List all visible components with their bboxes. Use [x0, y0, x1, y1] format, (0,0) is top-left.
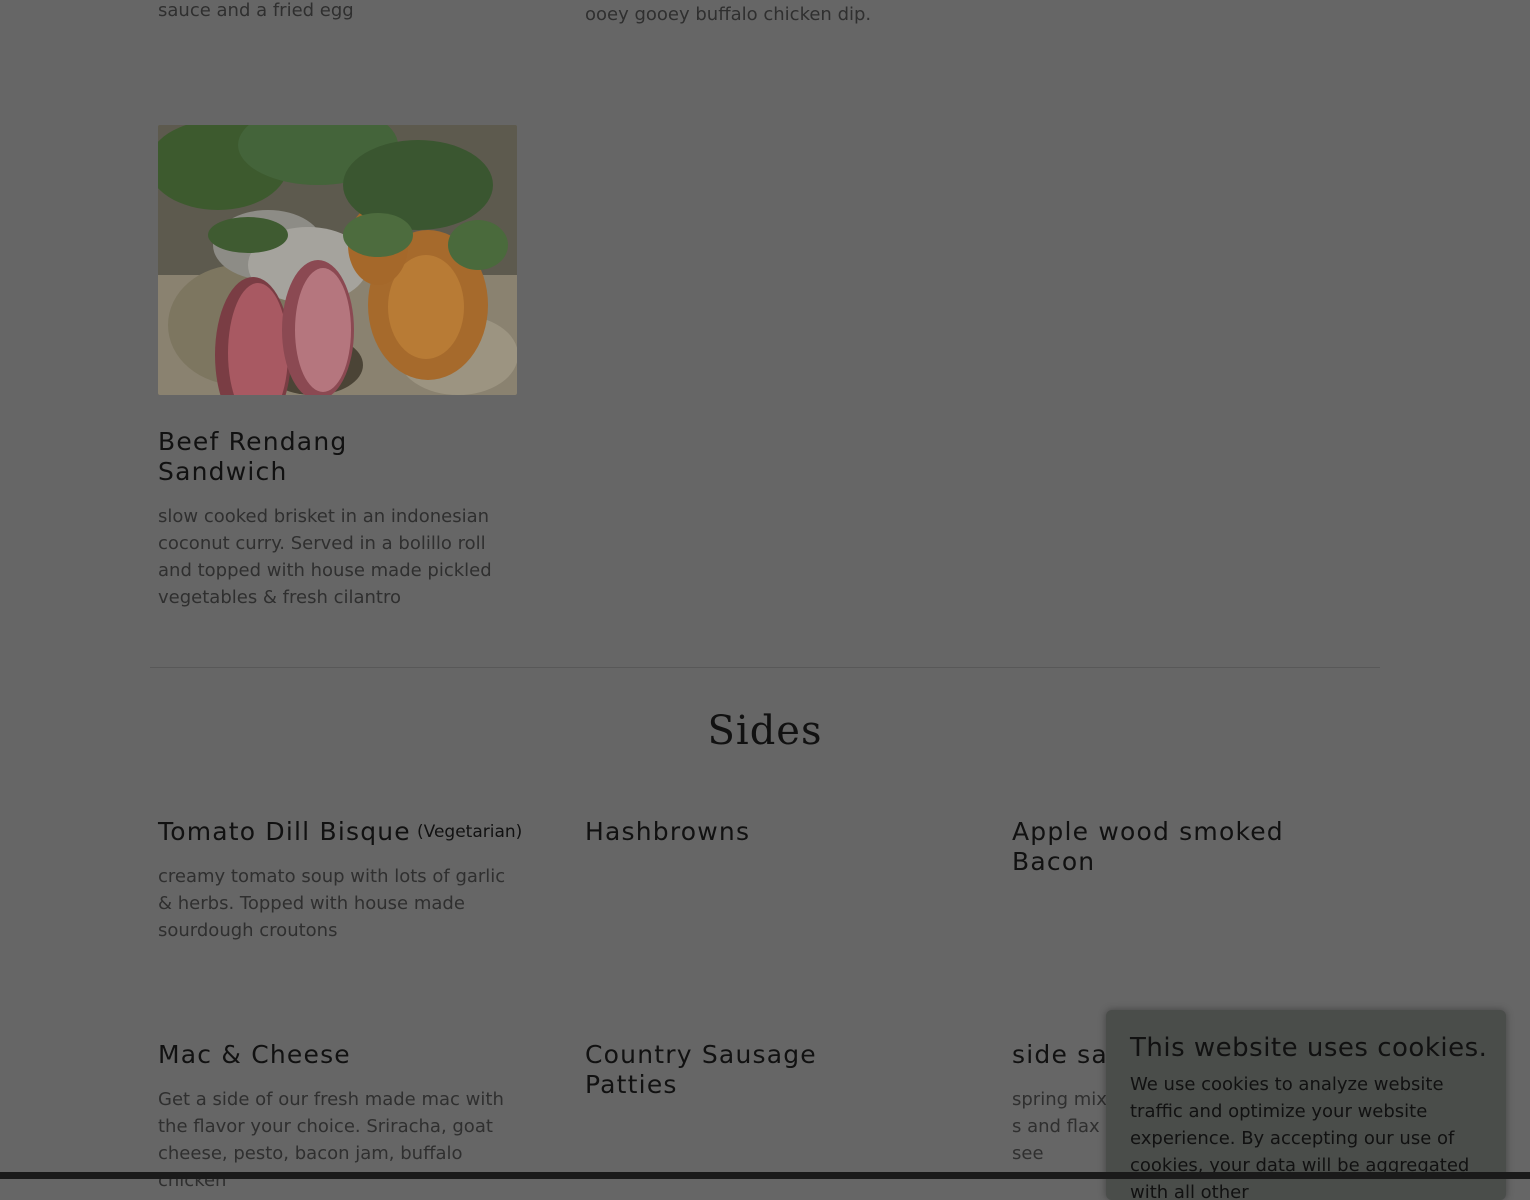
item-title: Hashbrowns	[585, 817, 751, 846]
section-divider	[150, 667, 1380, 668]
item-description: slow cooked brisket in an indonesian coc…	[158, 506, 492, 608]
item-description: ooey gooey buffalo chicken dip.	[585, 4, 872, 25]
item-title: Apple wood smoked Bacon	[1012, 817, 1284, 876]
item-description: sauce and a fried egg	[158, 0, 354, 21]
item-title: Country Sausage Patties	[585, 1040, 817, 1099]
cookie-banner-title: This website uses cookies.	[1130, 1033, 1488, 1063]
item-title: Tomato Dill Bisque	[158, 817, 411, 846]
beef-rendang-sandwich-photo	[158, 125, 517, 395]
section-heading: Sides	[707, 708, 823, 754]
item-title: Beef Rendang Sandwich	[158, 427, 348, 486]
bottom-bar	[0, 1172, 1530, 1179]
item-title: Mac & Cheese	[158, 1040, 351, 1069]
vegetarian-tag: (Vegetarian)	[417, 822, 523, 842]
cookie-banner-text: We use cookies to analyze website traffi…	[1130, 1074, 1470, 1200]
item-description: creamy tomato soup with lots of garlic &…	[158, 866, 506, 941]
